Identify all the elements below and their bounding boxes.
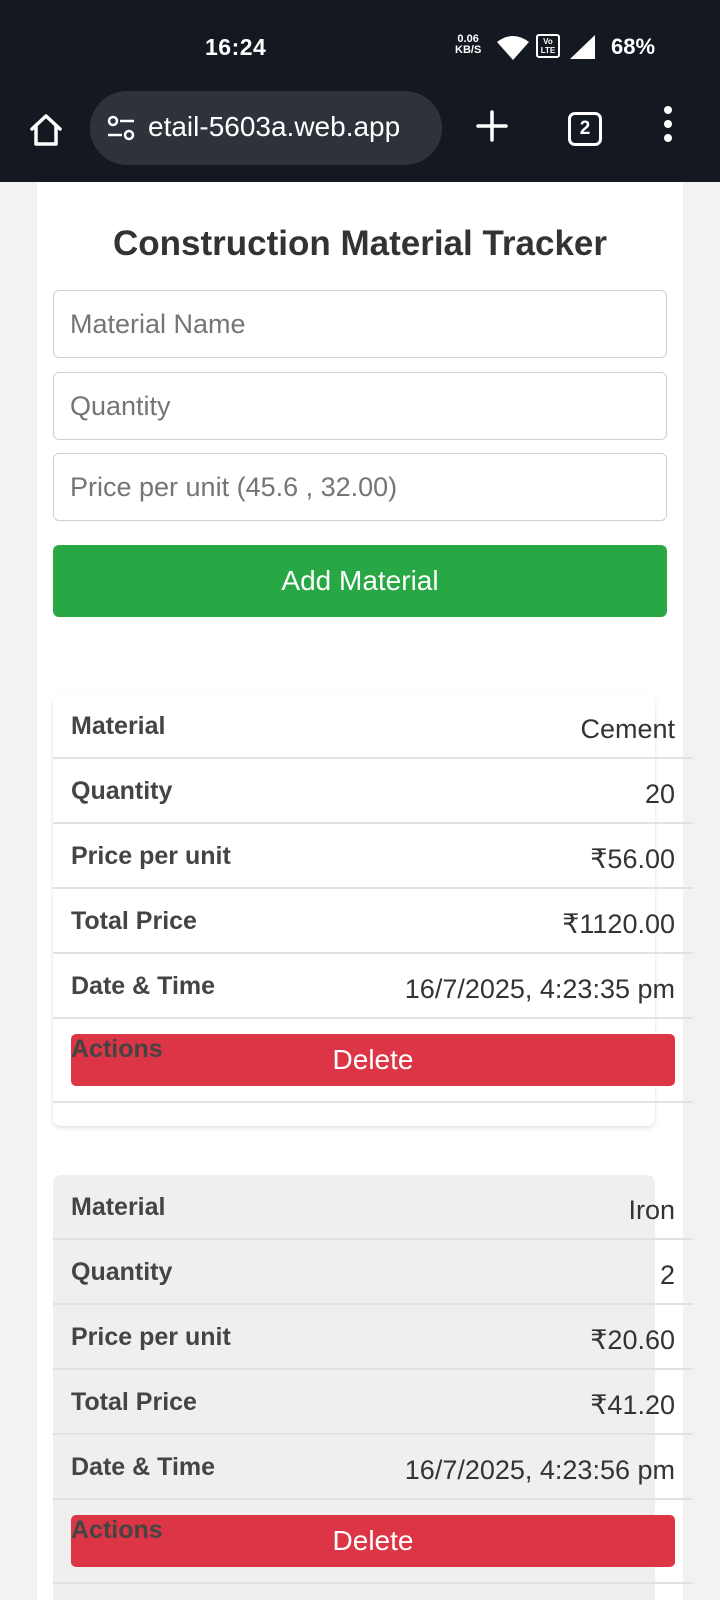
price-input[interactable] bbox=[53, 453, 667, 521]
app-container: Construction Material Tracker Add Materi… bbox=[37, 182, 693, 1600]
table-row: Date & Time 16/7/2025, 4:23:35 pm bbox=[53, 954, 693, 1019]
total-value: ₹1120.00 bbox=[562, 909, 675, 939]
table-row: Quantity 20 bbox=[53, 759, 693, 824]
quantity-value: 2 bbox=[659, 1260, 675, 1290]
add-material-button[interactable]: Add Material bbox=[53, 545, 667, 617]
signal-icon bbox=[570, 35, 595, 59]
address-bar[interactable]: etail-5603a.web.app bbox=[90, 91, 442, 165]
quantity-label: Quantity bbox=[71, 777, 173, 805]
price-label: Price per unit bbox=[71, 842, 231, 870]
tab-switcher-icon[interactable]: 2 bbox=[568, 112, 602, 146]
home-icon[interactable] bbox=[26, 110, 66, 150]
volte-icon: Vo LTE bbox=[536, 34, 560, 58]
wifi-icon bbox=[497, 36, 529, 60]
material-name-input[interactable] bbox=[53, 290, 667, 358]
browser-toolbar: etail-5603a.web.app 2 bbox=[0, 88, 720, 182]
battery-level: 68% bbox=[611, 34, 656, 59]
actions-label: Actions bbox=[71, 1516, 163, 1544]
table-row: Material Cement bbox=[53, 694, 693, 759]
status-bar: 16:24 0.06 KB/S Vo LTE 68% bbox=[0, 0, 720, 88]
table-row: Material Iron bbox=[53, 1175, 693, 1240]
url-text[interactable]: etail-5603a.web.app bbox=[148, 111, 428, 143]
material-card: Material Iron Quantity 2 Price per unit … bbox=[53, 1175, 693, 1600]
table-row: Total Price ₹1120.00 bbox=[53, 889, 693, 954]
clock: 16:24 bbox=[205, 34, 267, 60]
material-value: Cement bbox=[580, 714, 675, 744]
network-speed-unit: KB/S bbox=[455, 44, 482, 56]
actions-row: Actions Delete bbox=[53, 1019, 693, 1103]
datetime-label: Date & Time bbox=[71, 972, 216, 1000]
total-value: ₹41.20 bbox=[590, 1390, 675, 1420]
quantity-label: Quantity bbox=[71, 1258, 173, 1286]
page-title: Construction Material Tracker bbox=[112, 224, 608, 263]
price-label: Price per unit bbox=[71, 1323, 231, 1351]
price-value: ₹56.00 bbox=[590, 844, 675, 874]
actions-label: Actions bbox=[71, 1035, 163, 1063]
material-card: Material Cement Quantity 20 Price per un… bbox=[53, 694, 693, 1126]
table-row: Total Price ₹41.20 bbox=[53, 1370, 693, 1435]
network-speed: 0.06 KB/S bbox=[455, 34, 481, 56]
material-label: Material bbox=[71, 712, 166, 740]
total-label: Total Price bbox=[71, 1388, 197, 1416]
table-row: Quantity 2 bbox=[53, 1240, 693, 1305]
actions-row: Actions Delete bbox=[53, 1500, 693, 1584]
material-label: Material bbox=[71, 1193, 166, 1221]
site-settings-icon[interactable] bbox=[106, 114, 136, 142]
menu-icon[interactable] bbox=[662, 106, 674, 146]
new-tab-icon[interactable] bbox=[472, 106, 512, 146]
table-row: Date & Time 16/7/2025, 4:23:56 pm bbox=[53, 1435, 693, 1500]
table-row: Price per unit ₹20.60 bbox=[53, 1305, 693, 1370]
price-value: ₹20.60 bbox=[590, 1325, 675, 1355]
quantity-input[interactable] bbox=[53, 372, 667, 440]
table-row: Price per unit ₹56.00 bbox=[53, 824, 693, 889]
total-label: Total Price bbox=[71, 907, 197, 935]
datetime-value: 16/7/2025, 4:23:56 pm bbox=[404, 1455, 675, 1485]
material-value: Iron bbox=[628, 1195, 675, 1225]
datetime-label: Date & Time bbox=[71, 1453, 216, 1481]
datetime-value: 16/7/2025, 4:23:35 pm bbox=[404, 974, 675, 1004]
quantity-value: 20 bbox=[644, 779, 675, 809]
